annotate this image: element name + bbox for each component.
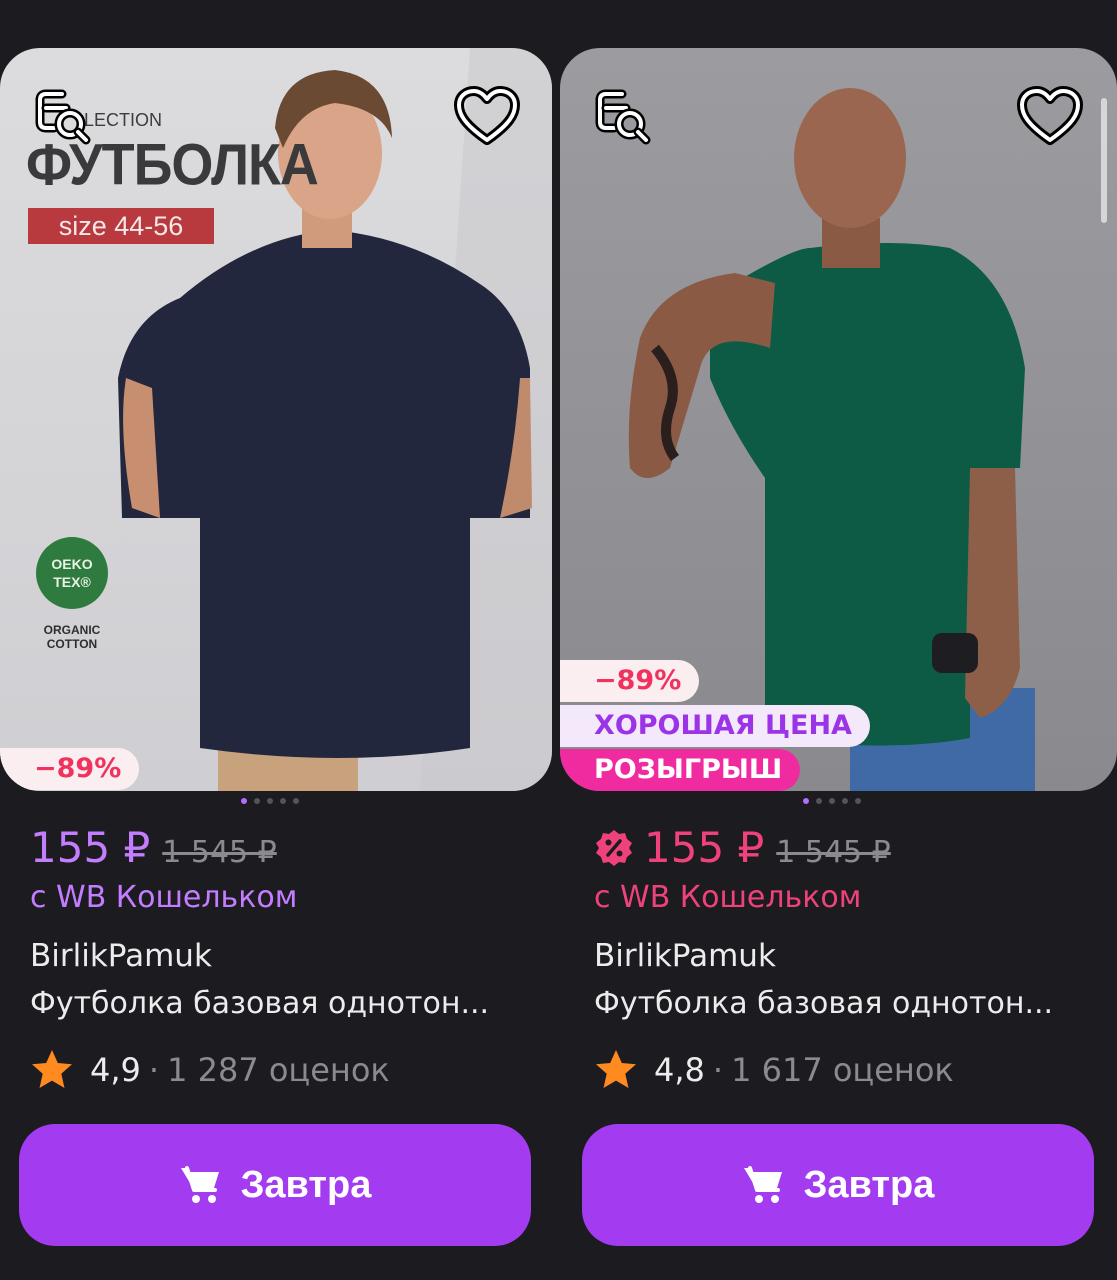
price: 155 ₽: [644, 823, 765, 872]
add-to-cart-label: Завтра: [240, 1163, 372, 1206]
poster-size-label: size 44-56: [28, 208, 214, 244]
pager-dot: [293, 798, 299, 804]
product-card-2[interactable]: −89% ХОРОШАЯ ЦЕНА РОЗЫГРЫШ 155 ₽ 1 545 ₽…: [560, 48, 1117, 1258]
find-similar-button[interactable]: [590, 84, 654, 148]
pager-dot: [829, 798, 835, 804]
pager-dot: [241, 798, 247, 804]
rating-value: 4,9: [90, 1051, 141, 1089]
pager-dot: [842, 798, 848, 804]
pager-dot: [280, 798, 286, 804]
organic-cotton-label: ORGANIC COTTON: [43, 623, 101, 651]
heart-icon: [454, 86, 520, 145]
image-scrollbar[interactable]: [1101, 98, 1107, 223]
pager-dot: [855, 798, 861, 804]
reviews-count: 1 617 оценок: [731, 1051, 954, 1089]
image-pager: [803, 798, 861, 804]
product-name[interactable]: Футболка базовая однотон...: [30, 986, 489, 1021]
price-row: 155 ₽ 1 545 ₽: [30, 823, 277, 872]
brand-name[interactable]: BirlikPamuk: [594, 938, 776, 974]
find-similar-button[interactable]: [30, 84, 94, 148]
rating-value: 4,8: [654, 1051, 705, 1089]
pager-dot: [254, 798, 260, 804]
poster-collection-text: LECTION: [84, 110, 163, 130]
product-photo[interactable]: −89% ХОРОШАЯ ЦЕНА РОЗЫГРЫШ: [560, 48, 1117, 791]
star-icon: [596, 1050, 636, 1088]
add-to-cart-button[interactable]: Завтра: [19, 1124, 531, 1246]
heart-icon: [1017, 86, 1083, 145]
product-card-1[interactable]: LECTION ФУТБОЛКА size 44-56 OEKO TEX® OR…: [0, 48, 552, 1258]
brand-name[interactable]: BirlikPamuk: [30, 938, 212, 974]
find-similar-icon: [35, 89, 91, 145]
cart-icon: [743, 1166, 782, 1203]
rating-row: 4,9 · 1 287 оценок: [30, 1048, 390, 1092]
old-price: 1 545 ₽: [776, 835, 891, 870]
old-price: 1 545 ₽: [162, 835, 277, 870]
add-to-cart-button[interactable]: Завтра: [582, 1124, 1094, 1246]
rating-separator: ·: [148, 1051, 160, 1089]
pager-dot: [816, 798, 822, 804]
product-name[interactable]: Футболка базовая однотон...: [594, 986, 1053, 1021]
discount-badge: −89%: [560, 660, 700, 702]
discount-badge: −89%: [0, 748, 140, 790]
favorite-button[interactable]: [452, 84, 522, 148]
oeko-tex-badge: OEKO TEX®: [36, 537, 108, 609]
product-photo[interactable]: LECTION ФУТБОЛКА size 44-56 OEKO TEX® OR…: [0, 48, 552, 791]
image-pager: [241, 798, 299, 804]
good-price-badge: ХОРОШАЯ ЦЕНА: [560, 705, 870, 747]
star-icon: [32, 1050, 72, 1088]
price: 155 ₽: [30, 823, 151, 872]
find-similar-icon: [595, 89, 651, 145]
pager-dot: [803, 798, 809, 804]
raffle-badge: РОЗЫГРЫШ: [560, 749, 801, 791]
sale-percent-icon: [596, 829, 632, 866]
reviews-count: 1 287 оценок: [167, 1051, 390, 1089]
pager-dot: [267, 798, 273, 804]
wallet-note: с WB Кошельком: [594, 880, 862, 915]
price-row: 155 ₽ 1 545 ₽: [594, 823, 891, 872]
cart-icon: [180, 1166, 219, 1203]
rating-separator: ·: [712, 1051, 724, 1089]
rating-row: 4,8 · 1 617 оценок: [594, 1048, 954, 1092]
favorite-button[interactable]: [1015, 84, 1085, 148]
wallet-note: с WB Кошельком: [30, 880, 298, 915]
add-to-cart-label: Завтра: [803, 1163, 935, 1206]
